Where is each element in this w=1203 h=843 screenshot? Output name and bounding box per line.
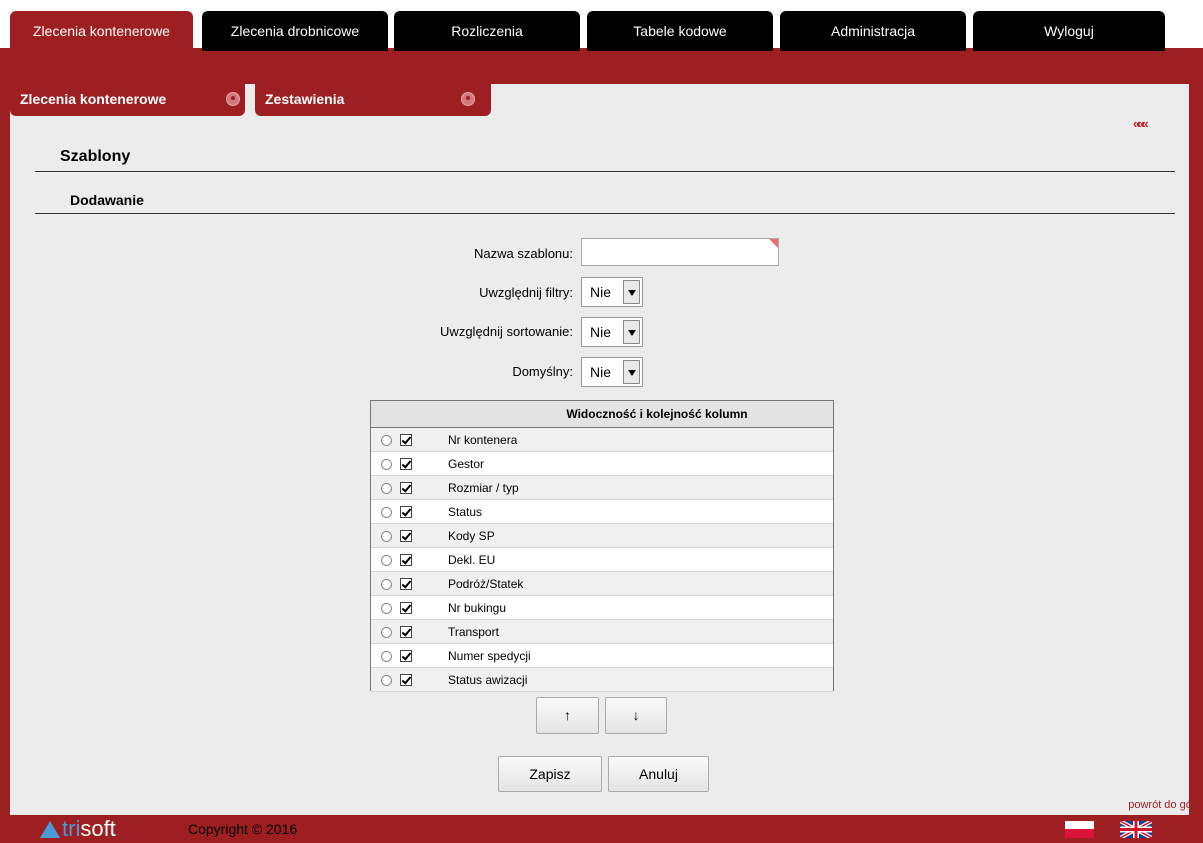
page-title: Szablony xyxy=(60,148,131,165)
radio-button[interactable] xyxy=(381,627,392,638)
chevron-down-icon[interactable] xyxy=(623,360,640,384)
sorting-value: Nie xyxy=(590,324,612,340)
default-select[interactable]: Nie xyxy=(581,357,643,387)
filters-value: Nie xyxy=(590,284,612,300)
move-up-button[interactable]: ↑ xyxy=(536,697,599,734)
table-row: Transport xyxy=(371,620,833,644)
filters-select[interactable]: Nie xyxy=(581,277,643,307)
visibility-checkbox[interactable] xyxy=(400,482,412,494)
visibility-checkbox[interactable] xyxy=(400,578,412,590)
subtab-label: Zestawienia xyxy=(265,91,345,107)
radio-button[interactable] xyxy=(381,603,392,614)
trisoft-logo: trisoft xyxy=(40,817,116,841)
column-name: Gestor xyxy=(448,457,485,471)
frame-left xyxy=(0,58,10,815)
tab-tabele-kodowe[interactable]: Tabele kodowe xyxy=(587,11,773,51)
table-row: Rozmiar / typ xyxy=(371,476,833,500)
columns-table-body: Nr kontenera Gestor Rozmiar / typ Status… xyxy=(371,428,833,692)
visibility-checkbox[interactable] xyxy=(400,458,412,470)
column-name: Kody SP xyxy=(448,529,495,543)
info-icon[interactable] xyxy=(461,92,475,106)
copyright-text: Copyright © 2016 xyxy=(188,821,298,837)
table-row: Numer spedycji xyxy=(371,644,833,668)
column-name: Status awizacji xyxy=(448,673,528,687)
visibility-checkbox[interactable] xyxy=(400,506,412,518)
chevron-down-icon[interactable] xyxy=(623,320,640,344)
default-value: Nie xyxy=(590,364,612,380)
save-button[interactable]: Zapisz xyxy=(498,756,602,792)
collapse-arrows-icon[interactable]: ««« xyxy=(1133,116,1149,131)
divider xyxy=(35,171,1175,172)
subtab-label: Zlecenia kontenerowe xyxy=(20,91,167,107)
column-name: Numer spedycji xyxy=(448,649,531,663)
visibility-checkbox[interactable] xyxy=(400,674,412,686)
section-subtitle: Dodawanie xyxy=(70,192,144,208)
subtab-zestawienia[interactable]: Zestawienia xyxy=(255,82,491,116)
sorting-select[interactable]: Nie xyxy=(581,317,643,347)
column-name: Rozmiar / typ xyxy=(448,481,519,495)
radio-button[interactable] xyxy=(381,651,392,662)
columns-table-header: Widoczność i kolejność kolumn xyxy=(371,401,833,428)
table-row: Nr bukingu xyxy=(371,596,833,620)
table-row: Status xyxy=(371,500,833,524)
frame-right xyxy=(1189,58,1203,815)
tab-administracja[interactable]: Administracja xyxy=(780,11,966,51)
table-row: Status awizacji xyxy=(371,668,833,692)
template-name-input[interactable] xyxy=(581,238,779,266)
table-row: Kody SP xyxy=(371,524,833,548)
logo-text-suffix: soft xyxy=(80,816,116,841)
visibility-checkbox[interactable] xyxy=(400,434,412,446)
template-name-label: Nazwa szablonu: xyxy=(474,246,573,261)
tab-wyloguj[interactable]: Wyloguj xyxy=(973,11,1165,51)
tab-zlecenia-drobnicowe[interactable]: Zlecenia drobnicowe xyxy=(202,11,388,51)
table-row: Nr kontenera xyxy=(371,428,833,452)
column-name: Nr kontenera xyxy=(448,433,518,447)
tab-zlecenia-kontenerowe[interactable]: Zlecenia kontenerowe xyxy=(10,11,193,58)
visibility-checkbox[interactable] xyxy=(400,602,412,614)
footer: trisoft Copyright © 2016 xyxy=(0,815,1203,843)
column-name: Podróż/Statek xyxy=(448,577,524,591)
column-name: Nr bukingu xyxy=(448,601,507,615)
subtab-zlecenia-kontenerowe[interactable]: Zlecenia kontenerowe xyxy=(10,82,245,116)
divider xyxy=(35,213,1175,214)
radio-button[interactable] xyxy=(381,675,392,686)
visibility-checkbox[interactable] xyxy=(400,530,412,542)
radio-button[interactable] xyxy=(381,483,392,494)
move-down-button[interactable]: ↓ xyxy=(605,697,667,734)
polish-flag-icon[interactable] xyxy=(1065,821,1094,838)
visibility-checkbox[interactable] xyxy=(400,554,412,566)
column-name: Status xyxy=(448,505,483,519)
visibility-checkbox[interactable] xyxy=(400,626,412,638)
table-row: Dekl. EU xyxy=(371,548,833,572)
back-to-top-link[interactable]: powrót do góry xyxy=(1128,799,1201,811)
logo-triangle-icon xyxy=(40,821,60,838)
tab-rozliczenia[interactable]: Rozliczenia xyxy=(394,11,580,51)
radio-button[interactable] xyxy=(381,531,392,542)
radio-button[interactable] xyxy=(381,579,392,590)
radio-button[interactable] xyxy=(381,435,392,446)
column-name: Dekl. EU xyxy=(448,553,496,567)
top-nav: Zlecenia kontenerowe Zlecenia drobnicowe… xyxy=(0,0,1203,58)
radio-button[interactable] xyxy=(381,459,392,470)
chevron-down-icon[interactable] xyxy=(623,280,640,304)
default-label: Domyślny: xyxy=(512,364,573,379)
filters-label: Uwzględnij filtry: xyxy=(479,285,573,300)
sorting-label: Uwzględnij sortowanie: xyxy=(440,324,573,339)
visibility-checkbox[interactable] xyxy=(400,650,412,662)
table-row: Gestor xyxy=(371,452,833,476)
logo-text-prefix: tri xyxy=(62,816,81,841)
table-row: Podróż/Statek xyxy=(371,572,833,596)
cancel-button[interactable]: Anuluj xyxy=(608,756,709,792)
columns-table: Widoczność i kolejność kolumn Nr kontene… xyxy=(370,400,834,692)
radio-button[interactable] xyxy=(381,555,392,566)
radio-button[interactable] xyxy=(381,507,392,518)
frame-top xyxy=(0,58,1203,84)
info-icon[interactable] xyxy=(226,92,240,106)
uk-flag-icon[interactable] xyxy=(1120,821,1152,838)
column-name: Transport xyxy=(448,625,499,639)
